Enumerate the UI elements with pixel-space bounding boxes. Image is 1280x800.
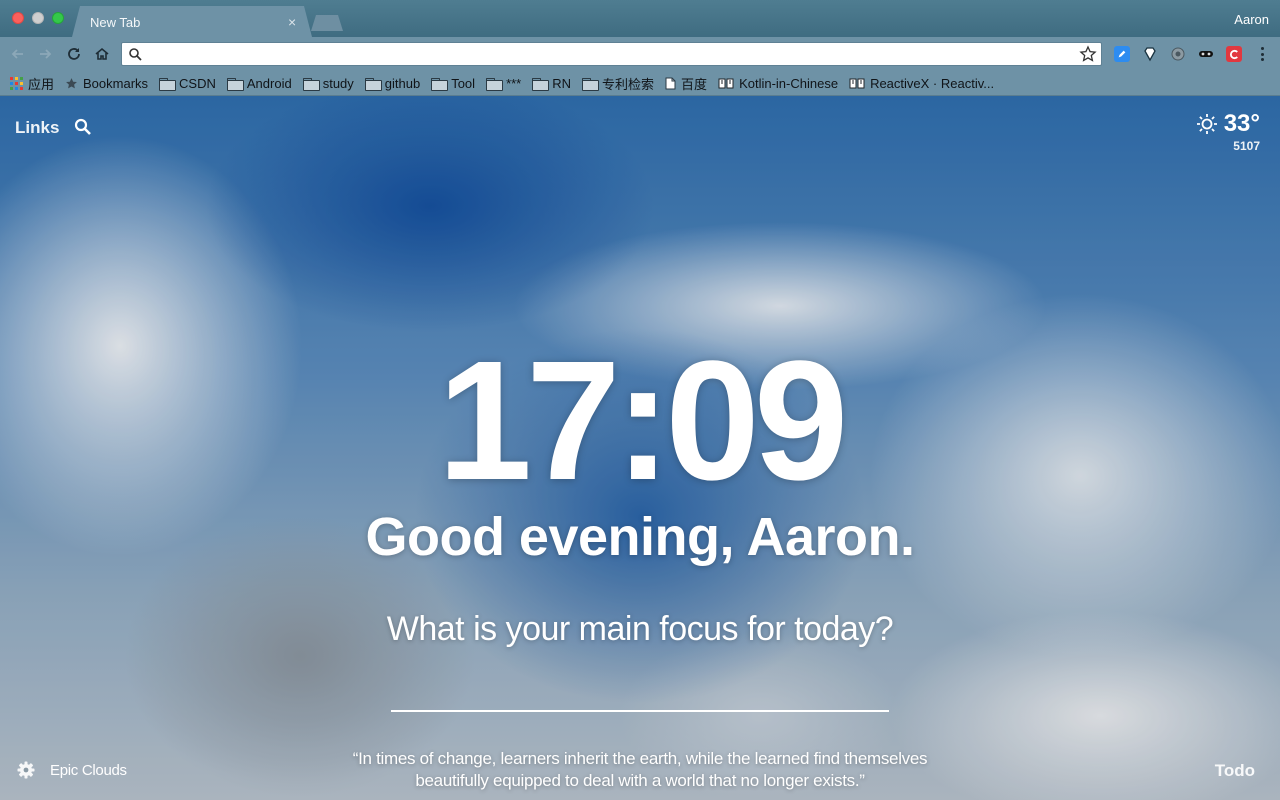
browser-menu-icon[interactable] xyxy=(1254,46,1270,62)
folder-icon xyxy=(302,77,320,91)
focus-input[interactable] xyxy=(391,676,889,712)
bookmark-folder-study[interactable]: study xyxy=(302,75,354,91)
book-icon xyxy=(718,78,734,89)
bookmark-label: 专利检索 xyxy=(602,76,655,92)
window-maximize-button[interactable] xyxy=(52,12,64,24)
bookmark-label: github xyxy=(384,75,421,91)
quote-line: “In times of change, learners inherit th… xyxy=(352,749,928,768)
bookmark-folder-rn[interactable]: RN xyxy=(532,76,571,91)
new-tab-button[interactable] xyxy=(311,15,343,31)
folder-icon xyxy=(226,77,244,91)
folder-icon xyxy=(364,77,382,91)
address-input[interactable] xyxy=(148,45,1068,63)
quote[interactable]: “In times of change, learners inherit th… xyxy=(290,748,990,792)
bookmark-label: 百度 xyxy=(681,76,708,92)
weather-widget[interactable]: 33° xyxy=(1196,110,1260,138)
reload-icon xyxy=(68,48,80,60)
bookmark-label: 应用 xyxy=(28,76,55,92)
clock: 17:09 xyxy=(437,326,849,516)
bookmark-folder-patent-search[interactable]: 专利检索 xyxy=(582,74,654,93)
bookmark-label: study xyxy=(322,75,354,91)
gear-icon[interactable] xyxy=(17,761,35,779)
extension-pen-icon[interactable] xyxy=(1114,46,1130,62)
star-icon xyxy=(66,77,77,88)
folder-icon xyxy=(486,77,504,91)
folder-icon xyxy=(532,77,550,91)
home-icon xyxy=(95,47,109,60)
folder-icon xyxy=(582,77,600,91)
bookmark-baidu[interactable]: 百度 xyxy=(665,74,707,93)
reload-button[interactable] xyxy=(62,42,86,66)
bookmark-label: *** xyxy=(506,75,522,91)
new-tab-page: Links 33° 5107 17:09 Good evening, Aaron… xyxy=(0,96,1280,800)
profile-button[interactable]: Aaron xyxy=(1234,12,1269,27)
bookmark-label: Android xyxy=(246,75,292,91)
book-icon xyxy=(849,78,865,89)
tab-new-tab[interactable]: New Tab × xyxy=(72,6,312,37)
tab-close-icon[interactable]: × xyxy=(288,14,296,30)
focus-prompt: What is your main focus for today? xyxy=(386,610,894,648)
bookmark-label: Bookmarks xyxy=(83,75,149,91)
apps-grid-icon xyxy=(10,76,23,90)
tab-title: New Tab xyxy=(90,15,141,30)
links-button[interactable]: Links xyxy=(15,118,59,138)
address-bar[interactable] xyxy=(121,42,1102,66)
back-arrow-icon xyxy=(11,49,23,59)
bookmark-folder-android[interactable]: Android xyxy=(226,75,292,91)
bookmark-kotlin-in-chinese[interactable]: Kotlin-in-Chinese xyxy=(718,76,838,91)
folder-icon xyxy=(431,77,449,91)
quote-line: beautifully equipped to deal with a worl… xyxy=(415,771,865,790)
window-close-button[interactable] xyxy=(12,12,24,24)
search-icon xyxy=(129,48,142,61)
greeting: Good evening, Aaron. xyxy=(365,507,915,567)
forward-button[interactable] xyxy=(33,42,57,66)
back-button[interactable] xyxy=(6,42,30,66)
bookmark-label: Tool xyxy=(451,75,476,91)
tab-strip: New Tab × Aaron xyxy=(0,0,1280,37)
folder-icon xyxy=(159,77,177,91)
window-minimize-button[interactable] xyxy=(32,12,44,24)
bookmark-reactivex[interactable]: ReactiveX · Reactiv... xyxy=(849,76,994,91)
home-button[interactable] xyxy=(90,42,114,66)
bookmark-label: ReactiveX · Reactiv... xyxy=(870,75,995,91)
photo-credit[interactable]: Epic Clouds xyxy=(50,762,127,779)
extension-diamond-icon[interactable] xyxy=(1142,46,1158,62)
bookmark-star-icon[interactable] xyxy=(1079,45,1097,63)
extension-mask-icon[interactable] xyxy=(1198,46,1214,62)
extension-circle-icon[interactable] xyxy=(1170,46,1186,62)
bookmark-folder-github[interactable]: github xyxy=(364,75,421,91)
browser-toolbar xyxy=(0,37,1280,71)
page-icon xyxy=(665,77,676,89)
bookmark-label: Kotlin-in-Chinese xyxy=(739,75,839,91)
search-icon[interactable] xyxy=(74,118,91,135)
bookmark-bookmarks[interactable]: Bookmarks xyxy=(65,76,148,91)
weather-temperature: 33° xyxy=(1223,110,1260,137)
sun-icon xyxy=(1196,114,1217,134)
bookmark-folder-tool[interactable]: Tool xyxy=(431,76,475,91)
weather-location: 5107 xyxy=(1233,139,1260,153)
forward-arrow-icon xyxy=(40,49,52,59)
extension-c-icon[interactable] xyxy=(1226,46,1242,62)
bookmark-label: RN xyxy=(552,75,572,91)
bookmark-label: CSDN xyxy=(179,75,216,91)
bookmark-folder-hidden[interactable]: *** xyxy=(486,76,521,91)
bookmark-apps[interactable]: 应用 xyxy=(10,74,54,93)
todo-button[interactable]: Todo xyxy=(1215,761,1255,781)
bookmark-folder-csdn[interactable]: CSDN xyxy=(159,76,216,91)
bookmarks-bar: 应用 Bookmarks CSDN Android study github T… xyxy=(0,71,1280,96)
